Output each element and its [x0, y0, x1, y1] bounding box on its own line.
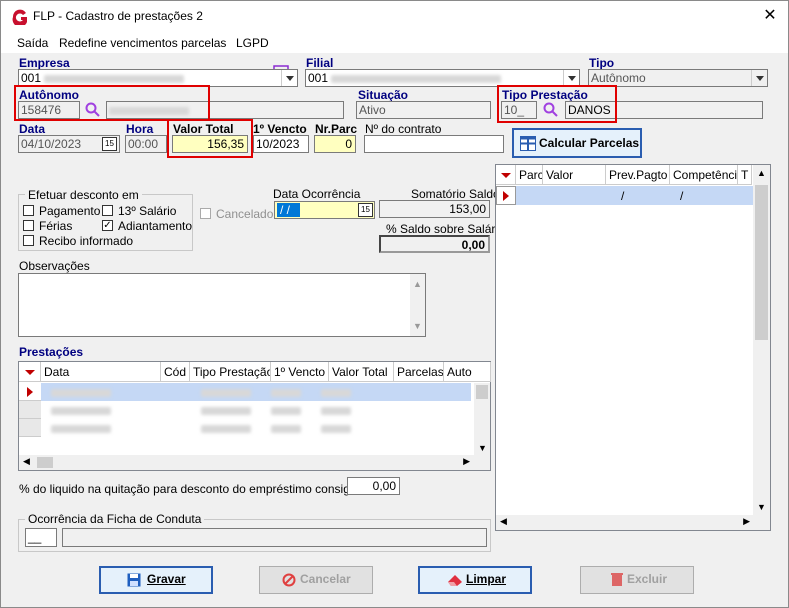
ferias-checkbox[interactable]: [23, 220, 34, 231]
empresa-label: Empresa: [19, 56, 70, 70]
prestacoes-label: Prestações: [19, 345, 84, 359]
calendar-icon[interactable]: 15: [358, 203, 373, 217]
trash-icon: [611, 573, 623, 586]
parcelas-hscroll[interactable]: ◀ ▶: [496, 515, 770, 530]
chevron-down-icon[interactable]: [751, 70, 767, 86]
menu-redefine[interactable]: Redefine vencimentos parcelas: [59, 36, 226, 50]
parcelas-vscroll[interactable]: ▲ ▼: [753, 165, 770, 515]
col-competencia[interactable]: Competência: [670, 165, 738, 185]
decimo-checkbox[interactable]: [102, 205, 113, 216]
prestacoes-vscroll[interactable]: ▼: [474, 383, 490, 455]
nr-parc-input[interactable]: 0: [314, 135, 356, 153]
col-valor-total[interactable]: Valor Total: [329, 362, 394, 382]
row-indicator[interactable]: [19, 383, 41, 401]
perc-saldo-field: 0,00: [379, 235, 490, 253]
competencia-cell: /: [680, 189, 684, 203]
valor-total-highlight: [167, 119, 253, 158]
col-tipo-prestacao[interactable]: Tipo Prestação: [190, 362, 271, 382]
saldo-field: 153,00: [379, 200, 490, 218]
observacoes-scrollbar[interactable]: ▲ ▼: [410, 274, 425, 336]
primeiro-vencto-input[interactable]: 10/2023: [253, 135, 309, 153]
nr-contrato-label: Nº do contrato: [365, 122, 442, 136]
excluir-button[interactable]: Excluir: [580, 566, 694, 594]
perc-liquido-label: % do liquido na quitação para desconto d…: [19, 482, 377, 496]
autonomo-highlight: [14, 85, 210, 121]
table-row[interactable]: [41, 419, 471, 437]
prestacoes-grid[interactable]: Data Cód Tipo Prestação 1º Vencto Valor …: [18, 361, 491, 471]
col-parc[interactable]: Parc: [516, 165, 543, 185]
table-row[interactable]: [41, 401, 471, 419]
col-primeiro-vencto[interactable]: 1º Vencto: [271, 362, 329, 382]
grid-icon: [520, 136, 536, 151]
col-t[interactable]: T: [738, 165, 752, 185]
calendar-icon[interactable]: 15: [102, 137, 117, 151]
col-prev-pagto[interactable]: Prev.Pagto: [606, 165, 670, 185]
filial-label: Filial: [306, 56, 334, 70]
cancelado-checkbox[interactable]: [200, 208, 211, 219]
grid-sort-cell[interactable]: [496, 165, 516, 185]
chevron-down-icon[interactable]: [563, 70, 579, 86]
cancel-icon: [282, 573, 296, 587]
ferias-label: Férias: [39, 219, 73, 233]
primeiro-vencto-label: 1º Vencto: [253, 122, 307, 136]
app-logo-icon: [12, 9, 27, 25]
cancelar-button[interactable]: Cancelar: [259, 566, 373, 594]
adiantamento-label: Adiantamento: [118, 219, 193, 233]
situacao-label: Situação: [358, 88, 409, 102]
data-ocorrencia-label: Data Ocorrência: [273, 187, 361, 201]
hora-input[interactable]: 00:00: [125, 135, 167, 153]
table-row[interactable]: [41, 383, 471, 401]
chevron-down-icon[interactable]: [281, 70, 297, 86]
adiantamento-checkbox[interactable]: ✓: [102, 220, 113, 231]
ocorrencia-desc: [62, 528, 487, 547]
col-auto[interactable]: Auto: [444, 362, 491, 382]
nr-parc-label: Nr.Parc: [315, 122, 358, 136]
grid-sort-cell[interactable]: [19, 362, 41, 382]
title-bar: FLP - Cadastro de prestações 2 ✕: [1, 1, 788, 31]
row-indicator[interactable]: [496, 186, 516, 205]
main-window: FLP - Cadastro de prestações 2 ✕ Saída R…: [0, 0, 789, 608]
situacao-field: Ativo: [356, 101, 491, 119]
eraser-icon: [448, 575, 462, 586]
close-icon[interactable]: ✕: [759, 5, 781, 27]
gravar-button[interactable]: Gravar: [99, 566, 213, 594]
row-indicator[interactable]: [19, 419, 41, 437]
data-label: Data: [19, 122, 46, 136]
ocorrencia-code[interactable]: __: [25, 528, 57, 547]
window-title: FLP - Cadastro de prestações 2: [33, 9, 203, 23]
col-valor[interactable]: Valor: [543, 165, 606, 185]
col-cod[interactable]: Cód: [161, 362, 190, 382]
pagamento-label: Pagamento: [39, 204, 101, 218]
observacoes-textarea[interactable]: ▲ ▼: [18, 273, 426, 337]
nr-contrato-input[interactable]: [364, 135, 504, 153]
hora-label: Hora: [126, 122, 154, 136]
recibo-label: Recibo informado: [39, 234, 134, 248]
ocorrencia-title: Ocorrência da Ficha de Conduta: [25, 512, 205, 526]
calcular-parcelas-button[interactable]: Calcular Parcelas: [512, 128, 642, 158]
tipo-label: Tipo: [589, 56, 615, 70]
recibo-checkbox[interactable]: [23, 235, 34, 246]
parcelas-grid[interactable]: Parc Valor Prev.Pagto Competência T / / …: [495, 164, 771, 531]
tipo-prestacao-highlight: [497, 85, 617, 123]
decimo-label: 13º Salário: [118, 204, 177, 218]
menu-lgpd[interactable]: LGPD: [236, 36, 269, 50]
perc-liquido-input[interactable]: 0,00: [347, 477, 400, 495]
perc-saldo-label: % Saldo sobre Salário: [386, 222, 505, 236]
limpar-button[interactable]: Limpar: [418, 566, 532, 594]
save-icon: [127, 573, 141, 587]
col-data[interactable]: Data: [41, 362, 161, 382]
observacoes-label: Observações: [19, 259, 90, 273]
prev-pagto-cell: /: [621, 189, 625, 203]
col-parcelas[interactable]: Parcelas: [394, 362, 444, 382]
menu-saida[interactable]: Saída: [17, 36, 48, 50]
menu-bar: Saída Redefine vencimentos parcelas LGPD: [1, 31, 788, 78]
prestacoes-hscroll[interactable]: ◀ ▶: [19, 455, 490, 470]
pagamento-checkbox[interactable]: [23, 205, 34, 216]
saldo-label: Somatório Saldo: [411, 187, 500, 201]
desconto-title: Efetuar desconto em: [25, 188, 142, 202]
cancelado-label: Cancelado: [216, 207, 274, 221]
table-row[interactable]: / /: [516, 186, 753, 205]
row-indicator[interactable]: [19, 401, 41, 419]
